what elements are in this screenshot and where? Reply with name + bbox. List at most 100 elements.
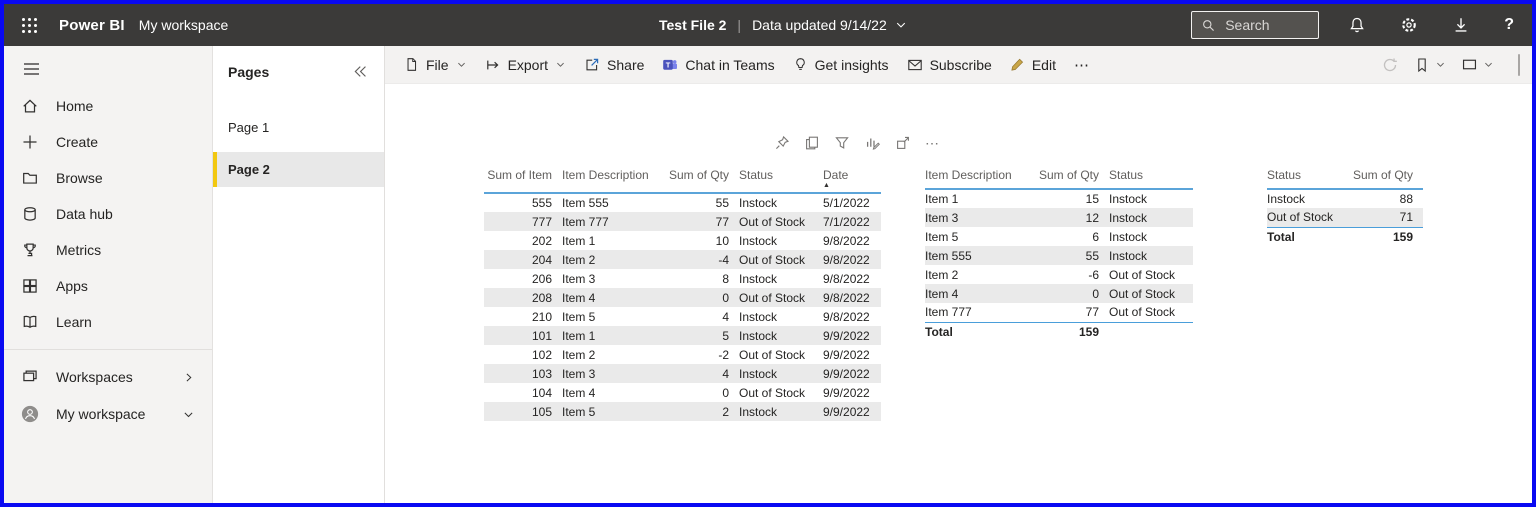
column-header[interactable]: Status <box>1109 168 1193 190</box>
data-updated-dropdown[interactable]: Data updated 9/14/22 <box>752 17 907 33</box>
table-cell: 777 <box>484 212 562 231</box>
table-row[interactable]: Item 555 55 Instock <box>925 246 1193 265</box>
page-tab-1[interactable]: Page 1 <box>213 112 384 143</box>
table-row[interactable]: 206 Item 3 8 Instock 9/8/2022 <box>484 269 881 288</box>
folder-icon <box>21 169 39 187</box>
table-cell: Instock <box>1109 208 1193 227</box>
table-row[interactable]: 555 Item 555 55 Instock 5/1/2022 <box>484 193 881 212</box>
table-cell: 9/8/2022 <box>823 233 870 248</box>
settings-gear-icon[interactable] <box>1400 16 1418 34</box>
get-insights-button[interactable]: Get insights <box>784 51 898 79</box>
page-tab-2-selected[interactable]: Page 2 <box>213 152 384 187</box>
search-input[interactable] <box>1223 16 1304 34</box>
table-cell: 204 <box>484 250 562 269</box>
table-row[interactable]: Item 4 0 Out of Stock <box>925 284 1193 303</box>
table-cell: -2 <box>718 347 729 362</box>
total-cell: 159 <box>1031 321 1109 341</box>
table-row[interactable]: Instock 88 <box>1267 189 1423 208</box>
copy-visual-icon[interactable] <box>804 135 820 151</box>
table-cell: 4 <box>722 309 729 324</box>
table-row[interactable]: 102 Item 2 -2 Out of Stock 9/9/2022 <box>484 345 881 364</box>
column-header[interactable]: Date ▲ <box>823 168 881 194</box>
action-bar-right-group <box>1378 53 1520 77</box>
table-row[interactable]: Item 5 6 Instock <box>925 227 1193 246</box>
chat-in-teams-label: Chat in Teams <box>685 56 775 73</box>
more-options-icon[interactable]: ⋯ <box>925 136 940 150</box>
column-header[interactable]: Sum of Qty <box>1351 168 1423 190</box>
chat-in-teams-button[interactable]: T Chat in Teams <box>653 51 783 79</box>
table-cell: Out of Stock <box>739 347 806 362</box>
file-document-icon <box>404 57 419 72</box>
table-cell: Out of Stock <box>739 250 823 269</box>
column-header[interactable]: Item Description <box>925 168 1031 190</box>
workspace-name[interactable]: My workspace <box>139 17 228 33</box>
sidebar-item-metrics[interactable]: Metrics <box>4 232 212 268</box>
app-launcher-icon[interactable] <box>18 14 41 37</box>
table-row[interactable]: 210 Item 5 4 Instock 9/8/2022 <box>484 307 881 326</box>
table-row[interactable]: 105 Item 5 2 Instock 9/9/2022 <box>484 402 881 421</box>
table-row[interactable]: 777 Item 777 77 Out of Stock 7/1/2022 <box>484 212 881 231</box>
column-header[interactable]: Status <box>739 168 823 194</box>
search-box[interactable] <box>1191 11 1320 39</box>
view-mode-icon[interactable] <box>1458 53 1497 76</box>
sidebar-item-my-workspace[interactable]: My workspace <box>4 395 212 433</box>
column-header[interactable]: Status <box>1267 168 1351 190</box>
more-options-button[interactable]: ⋯ <box>1065 50 1099 80</box>
table-row[interactable]: 202 Item 1 10 Instock 9/8/2022 <box>484 231 881 250</box>
scrollbar-thumb[interactable] <box>1518 53 1520 76</box>
column-header[interactable]: Sum of Qty <box>1031 168 1109 190</box>
filter-icon[interactable] <box>834 135 850 151</box>
table-cell: Out of Stock <box>739 212 823 231</box>
table-visual-by-item: Item Description Sum of Qty Status Item 1 15… <box>925 168 1193 341</box>
notifications-bell-icon[interactable] <box>1348 16 1366 34</box>
sidebar-item-home[interactable]: Home <box>4 88 212 124</box>
sidebar-item-workspaces[interactable]: Workspaces <box>4 359 212 395</box>
share-icon <box>584 57 600 73</box>
edit-button[interactable]: Edit <box>1001 51 1065 79</box>
sidebar-item-apps[interactable]: Apps <box>4 268 212 304</box>
table-cell: Out of Stock <box>739 288 823 307</box>
column-header[interactable]: Sum of Item <box>484 168 562 194</box>
table-row[interactable]: 204 Item 2 -4 Out of Stock 9/8/2022 <box>484 250 881 269</box>
total-cell: 159 <box>1351 226 1423 246</box>
table-cell: 9/9/2022 <box>823 347 870 362</box>
table-cell: 9/8/2022 <box>823 271 870 286</box>
table-cell: 6 <box>1092 229 1099 244</box>
table-cell: Instock <box>739 233 778 248</box>
pin-visual-icon[interactable] <box>774 135 790 151</box>
column-header[interactable]: Sum of Qty <box>667 168 739 194</box>
help-icon[interactable]: ? <box>1504 16 1514 34</box>
powerbi-logo-text[interactable]: Power BI <box>59 17 125 34</box>
collapse-pages-icon[interactable] <box>349 61 370 82</box>
table-row[interactable]: Item 2 -6 Out of Stock <box>925 265 1193 284</box>
sidebar-item-data-hub[interactable]: Data hub <box>4 196 212 232</box>
bookmarks-icon[interactable] <box>1411 54 1449 76</box>
visual-header-toolbar: ⋯ <box>774 134 940 151</box>
table-row[interactable]: Out of Stock 71 <box>1267 208 1423 227</box>
table-row[interactable]: Item 3 12 Instock <box>925 208 1193 227</box>
chevron-down-icon <box>182 408 195 421</box>
sidebar-item-learn[interactable]: Learn <box>4 304 212 340</box>
table-row[interactable]: 103 Item 3 4 Instock 9/9/2022 <box>484 364 881 383</box>
chart-edit-icon[interactable] <box>864 134 881 151</box>
subscribe-button[interactable]: Subscribe <box>898 51 1001 79</box>
focus-mode-icon[interactable] <box>895 135 911 151</box>
reset-view-icon[interactable] <box>1378 53 1402 77</box>
sidebar-item-browse[interactable]: Browse <box>4 160 212 196</box>
share-button[interactable]: Share <box>575 51 653 79</box>
export-menu-button[interactable]: Export <box>476 51 575 79</box>
table-row[interactable]: Item 1 15 Instock <box>925 189 1193 208</box>
column-header[interactable]: Item Description <box>562 168 667 194</box>
table-row[interactable]: Item 777 77 Out of Stock <box>925 303 1193 322</box>
table-row[interactable]: 101 Item 1 5 Instock 9/9/2022 <box>484 326 881 345</box>
hamburger-menu-icon[interactable] <box>21 60 212 78</box>
table-row[interactable]: 104 Item 4 0 Out of Stock 9/9/2022 <box>484 383 881 402</box>
chevron-right-icon <box>182 371 195 384</box>
sidebar-item-create[interactable]: Create <box>4 124 212 160</box>
table-row[interactable]: 208 Item 4 0 Out of Stock 9/8/2022 <box>484 288 881 307</box>
apps-grid-icon <box>21 277 39 295</box>
avatar-icon <box>21 404 39 424</box>
file-menu-button[interactable]: File <box>395 51 476 79</box>
download-icon[interactable] <box>1452 16 1470 34</box>
export-menu-label: Export <box>507 56 549 73</box>
